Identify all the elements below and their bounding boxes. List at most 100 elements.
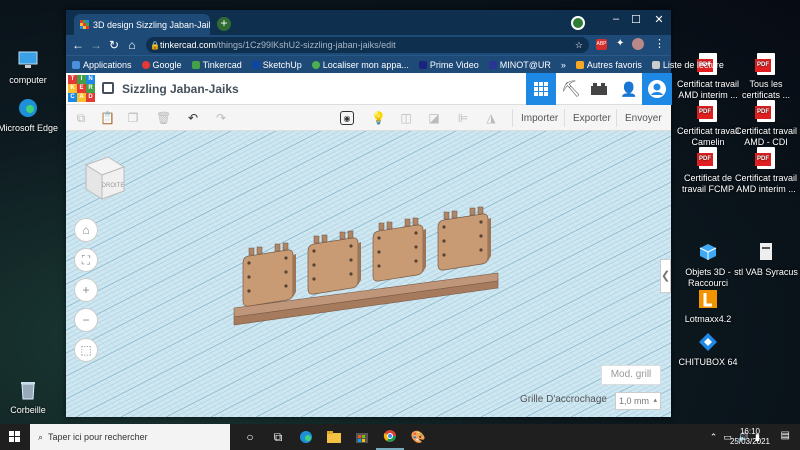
url-path: /things/1Cz99lKshU2-sizzling-jaban-jaiks… — [216, 40, 396, 50]
back-icon[interactable]: ← — [69, 38, 87, 52]
redo-icon[interactable]: ↷ — [214, 111, 228, 125]
send-button[interactable]: Envoyer — [616, 109, 670, 127]
minimize-button[interactable]: – — [606, 13, 626, 25]
3d-model[interactable] — [66, 131, 671, 417]
paste-icon[interactable]: 📋 — [100, 111, 115, 125]
lotmaxx-icon — [697, 287, 719, 311]
bookmark-google[interactable]: Google — [141, 60, 182, 70]
reload-icon[interactable]: ↻ — [105, 38, 123, 52]
menu-icon[interactable]: ⋮ — [654, 37, 665, 50]
taskbar: ⌕ Taper ici pour rechercher ○ ⧉ 🎨 ⌃ ▭ 🔊 ▮… — [0, 424, 800, 450]
chitubox-icon — [697, 330, 719, 354]
desktop-icon-lotmaxx[interactable]: Lotmaxx4.2 — [673, 287, 743, 325]
ungroup-icon[interactable]: ◪ — [427, 111, 441, 125]
bookmark-minotaur[interactable]: MINOT@UR — [488, 60, 551, 70]
maximize-button[interactable]: ☐ — [626, 13, 646, 26]
desktop-icon-recycle-bin[interactable]: Corbeille — [0, 378, 63, 416]
undo-icon[interactable]: ↶ — [186, 111, 200, 125]
pdf-icon — [755, 147, 775, 169]
edit-toolbar: ⧉ 📋 ❐ 🗑 ↶ ↷ ◉ 💡 ◫ ◪ ⊫ ◮ Importer Exporte… — [66, 105, 671, 131]
adblock-icon[interactable]: ABP — [596, 39, 607, 50]
bookmark-prime-video[interactable]: Prime Video — [418, 60, 479, 70]
desktop-icon-label: computer — [9, 75, 47, 85]
recycle-bin-icon — [17, 378, 39, 402]
desktop-icon-chitubox[interactable]: CHITUBOX 64 — [673, 330, 743, 368]
bookmark-sketchup[interactable]: SketchUp — [251, 60, 302, 70]
duplicate-icon[interactable]: ❐ — [126, 111, 140, 125]
plate-1[interactable] — [242, 242, 296, 307]
import-button[interactable]: Importer — [512, 109, 566, 127]
pdf-icon — [755, 53, 775, 75]
file-explorer-icon[interactable] — [320, 424, 348, 450]
blocks-view-icon[interactable]: ⛏ — [556, 73, 586, 105]
chevron-up-icon[interactable]: ⌃ — [710, 432, 718, 443]
3d-view-button[interactable] — [526, 73, 556, 105]
bookmark-localiser[interactable]: Localiser mon appa... — [311, 60, 409, 70]
desktop-icon-label: Tous les certificats ... — [741, 79, 790, 100]
copy-icon[interactable]: ⧉ — [74, 111, 88, 125]
user-avatar[interactable] — [642, 73, 672, 105]
workplane[interactable]: DROITE ⌂ ⛶ + − ⬚ Mod. grill Grille D'acc… — [66, 131, 671, 417]
store-icon[interactable] — [348, 424, 376, 450]
plate-4[interactable] — [437, 206, 491, 271]
extensions-icon[interactable]: ✦ — [616, 38, 624, 49]
collapse-panel-button[interactable]: ❮ — [660, 259, 671, 293]
snap-grid-select[interactable]: 1,0 mm ▴ — [615, 392, 661, 410]
forward-icon[interactable]: → — [87, 38, 105, 52]
desktop-icon-label: Microsoft Edge — [0, 123, 59, 133]
project-title[interactable]: Sizzling Jaban-Jaiks — [122, 82, 239, 96]
taskbar-search[interactable]: ⌕ Taper ici pour rechercher — [30, 424, 230, 450]
bookmark-tinkercad[interactable]: Tinkercad — [191, 60, 242, 70]
tab-title: 3D design Sizzling Jaban-Jaiks | T — [93, 19, 210, 30]
avatar[interactable] — [632, 38, 644, 50]
desktop-icon-edge[interactable]: Microsoft Edge — [0, 96, 63, 134]
desktop-icon-pdf[interactable]: Certificat travail AMD - CDI — [731, 99, 800, 148]
profile-icon[interactable] — [571, 16, 585, 30]
bookmarks-overflow-button[interactable]: » — [561, 60, 566, 70]
address-bar-row: ← → ↻ ⌂ 🔒 tinkercad.com/things/1Cz99lKsh… — [66, 35, 671, 55]
bookmark-star-icon[interactable]: ☆ — [575, 40, 583, 51]
mirror-icon[interactable]: ◮ — [484, 111, 498, 125]
paint-icon[interactable]: 🎨 — [404, 424, 432, 450]
edit-grid-button[interactable]: Mod. grill — [601, 365, 661, 385]
bookmark-autres-favoris[interactable]: Autres favoris — [575, 60, 642, 70]
bookmark-applications[interactable]: Applications — [72, 60, 132, 70]
windows-start-button[interactable] — [0, 431, 30, 443]
snap-grid-value: 1,0 mm — [619, 396, 650, 406]
cortana-icon[interactable]: ○ — [236, 424, 264, 450]
url-field[interactable]: 🔒 tinkercad.com/things/1Cz99lKshU2-sizzl… — [146, 37, 589, 53]
desktop-icon-label: Certificat travail AMD - CDI — [734, 126, 797, 147]
desktop-icon-stl[interactable]: stl VAB Syracus — [731, 240, 800, 278]
notifications-icon[interactable]: ▤ — [781, 430, 790, 441]
delete-icon[interactable]: 🗑 — [156, 111, 171, 125]
task-view-icon[interactable]: ⧉ — [264, 424, 292, 450]
design-list-icon[interactable] — [102, 82, 114, 94]
tab-tinkercad[interactable]: 3D design Sizzling Jaban-Jaiks | T ✕ — [74, 14, 210, 35]
clock[interactable]: 16:10 25/03/2021 — [730, 427, 770, 447]
close-window-button[interactable]: ✕ — [649, 13, 669, 26]
search-icon: ⌕ — [38, 431, 44, 442]
bookmark-liste-de-lecture[interactable]: Liste de lecture — [651, 60, 724, 70]
align-icon[interactable]: ⊫ — [456, 111, 470, 125]
bricks-view-icon[interactable] — [584, 73, 614, 105]
new-tab-button[interactable]: + — [217, 17, 231, 31]
lightbulb-icon[interactable]: 💡 — [371, 111, 386, 125]
desktop-icon-pdf[interactable]: Certificat travail AMD interim ... — [731, 146, 800, 195]
add-user-icon[interactable]: 👤 — [614, 73, 644, 105]
home-icon[interactable]: ⌂ — [123, 38, 141, 52]
windows-icon — [9, 431, 20, 442]
desktop-icon-label: stl VAB Syracus — [734, 267, 798, 277]
group-icon[interactable]: ◫ — [399, 111, 413, 125]
export-button[interactable]: Exporter — [564, 109, 619, 127]
edge-taskbar-icon[interactable] — [292, 424, 320, 450]
chrome-icon[interactable] — [376, 424, 404, 450]
desktop-icon-pdf[interactable]: Tous les certificats ... — [731, 52, 800, 101]
clock-date: 25/03/2021 — [729, 437, 770, 446]
tinkercad-logo[interactable]: TIN KER CAD — [68, 75, 95, 102]
plate-2[interactable] — [307, 230, 361, 295]
caret-up-icon: ▴ — [653, 397, 657, 404]
desktop-icon-computer[interactable]: computer — [0, 48, 63, 86]
desktop-icon-label: CHITUBOX 64 — [678, 357, 738, 367]
notes-icon[interactable]: ◉ — [340, 111, 354, 125]
plate-3[interactable] — [372, 217, 426, 282]
